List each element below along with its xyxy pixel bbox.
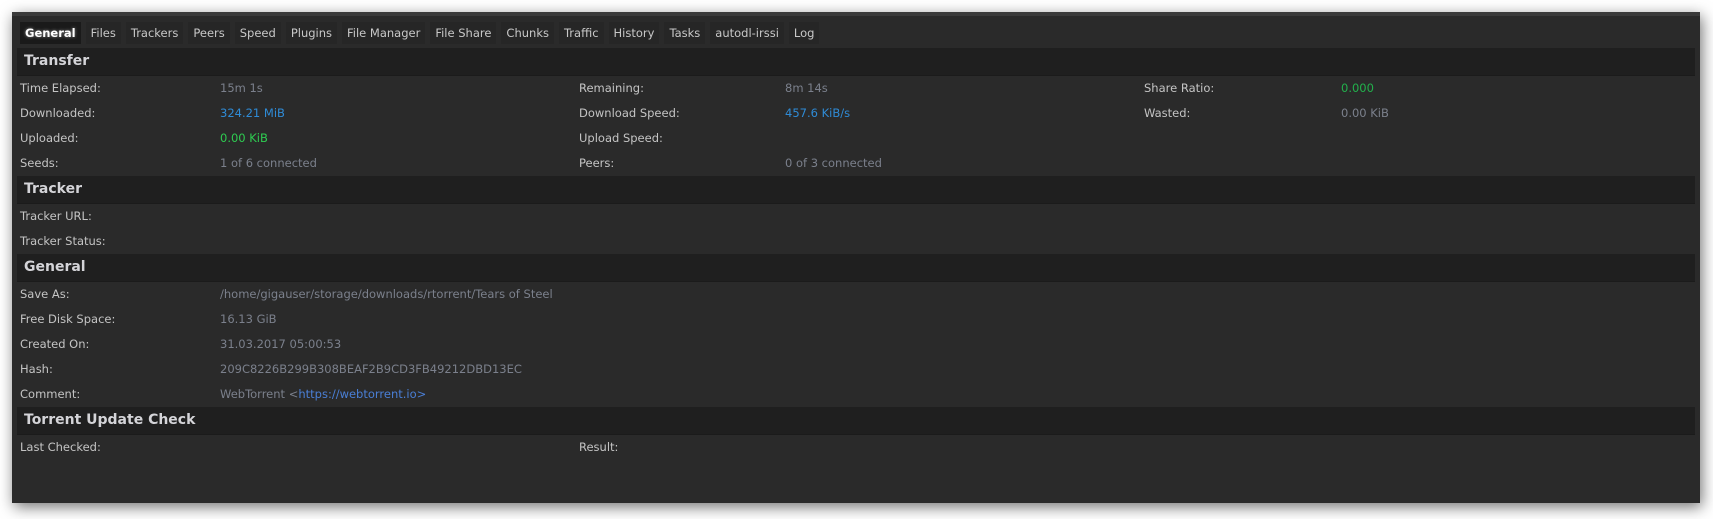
seeds-label: Seeds:: [20, 156, 59, 170]
comment-label: Comment:: [20, 387, 81, 401]
row-uploaded: Uploaded: 0.00 KiB Upload Speed:: [17, 126, 1695, 151]
tab-traffic[interactable]: Traffic: [558, 22, 604, 44]
tab-files[interactable]: Files: [85, 22, 121, 44]
remaining-label: Remaining:: [579, 81, 644, 95]
save-as-label: Save As:: [20, 287, 70, 301]
wasted-label: Wasted:: [1144, 106, 1191, 120]
hash-label: Hash:: [20, 362, 53, 376]
remaining-value: 8m 14s: [785, 81, 828, 95]
share-ratio-value: 0.000: [1341, 81, 1374, 95]
section-header-general: General: [17, 254, 1695, 282]
section-header-tracker: Tracker: [17, 176, 1695, 204]
download-speed-label: Download Speed:: [579, 106, 680, 120]
tab-log[interactable]: Log: [788, 22, 820, 44]
row-comment: Comment: WebTorrent <https://webtorrent.…: [17, 382, 1695, 407]
wasted-value: 0.00 KiB: [1341, 106, 1389, 120]
time-elapsed-value: 15m 1s: [220, 81, 263, 95]
tab-file-share[interactable]: File Share: [430, 22, 497, 44]
tab-speed[interactable]: Speed: [234, 22, 281, 44]
downloaded-label: Downloaded:: [20, 106, 96, 120]
uploaded-label: Uploaded:: [20, 131, 79, 145]
tracker-url-label: Tracker URL:: [20, 209, 92, 223]
result-label: Result:: [579, 440, 619, 454]
free-disk-space-label: Free Disk Space:: [20, 312, 116, 326]
tab-trackers[interactable]: Trackers: [125, 22, 184, 44]
peers-value: 0 of 3 connected: [785, 156, 882, 170]
row-tracker-status: Tracker Status:: [17, 229, 1695, 254]
row-free-disk-space: Free Disk Space: 16.13 GiB: [17, 307, 1695, 332]
tab-bar: General Files Trackers Peers Speed Plugi…: [20, 22, 820, 44]
tab-tasks[interactable]: Tasks: [664, 22, 706, 44]
peers-label: Peers:: [579, 156, 615, 170]
tab-autodl-irssi[interactable]: autodl-irssi: [710, 22, 784, 44]
tab-chunks[interactable]: Chunks: [501, 22, 554, 44]
comment-link[interactable]: https://webtorrent.io: [298, 387, 416, 401]
tab-plugins[interactable]: Plugins: [285, 22, 338, 44]
download-speed-value: 457.6 KiB/s: [785, 106, 851, 120]
section-header-update-check: Torrent Update Check: [17, 407, 1695, 435]
last-checked-label: Last Checked:: [20, 440, 101, 454]
row-seeds: Seeds: 1 of 6 connected Peers: 0 of 3 co…: [17, 151, 1695, 176]
uploaded-value: 0.00 KiB: [220, 131, 268, 145]
seeds-value: 1 of 6 connected: [220, 156, 317, 170]
share-ratio-label: Share Ratio:: [1144, 81, 1215, 95]
row-tracker-url: Tracker URL:: [17, 204, 1695, 229]
section-header-transfer: Transfer: [17, 48, 1695, 76]
details-content: Transfer Time Elapsed: 15m 1s Remaining:…: [17, 48, 1695, 460]
comment-value: WebTorrent <https://webtorrent.io>: [220, 382, 426, 407]
row-save-as: Save As: /home/gigauser/storage/download…: [17, 282, 1695, 307]
tab-history[interactable]: History: [608, 22, 660, 44]
tab-file-manager[interactable]: File Manager: [342, 22, 426, 44]
downloaded-value: 324.21 MiB: [220, 106, 285, 120]
time-elapsed-label: Time Elapsed:: [20, 81, 101, 95]
row-last-checked: Last Checked: Result:: [17, 435, 1695, 460]
hash-value: 209C8226B299B308BEAF2B9CD3FB49212DBD13EC: [220, 362, 522, 376]
free-disk-space-value: 16.13 GiB: [220, 312, 277, 326]
comment-prefix: WebTorrent <: [220, 387, 299, 401]
tab-general[interactable]: General: [20, 22, 81, 44]
torrent-details-panel: General Files Trackers Peers Speed Plugi…: [12, 12, 1700, 503]
created-on-label: Created On:: [20, 337, 90, 351]
comment-suffix: >: [416, 387, 427, 401]
tracker-status-label: Tracker Status:: [20, 234, 106, 248]
upload-speed-label: Upload Speed:: [579, 131, 663, 145]
row-hash: Hash: 209C8226B299B308BEAF2B9CD3FB49212D…: [17, 357, 1695, 382]
save-as-value: /home/gigauser/storage/downloads/rtorren…: [220, 287, 553, 301]
tab-peers[interactable]: Peers: [188, 22, 230, 44]
row-time-elapsed: Time Elapsed: 15m 1s Remaining: 8m 14s S…: [17, 76, 1695, 101]
created-on-value: 31.03.2017 05:00:53: [220, 337, 342, 351]
row-created-on: Created On: 31.03.2017 05:00:53: [17, 332, 1695, 357]
row-downloaded: Downloaded: 324.21 MiB Download Speed: 4…: [17, 101, 1695, 126]
